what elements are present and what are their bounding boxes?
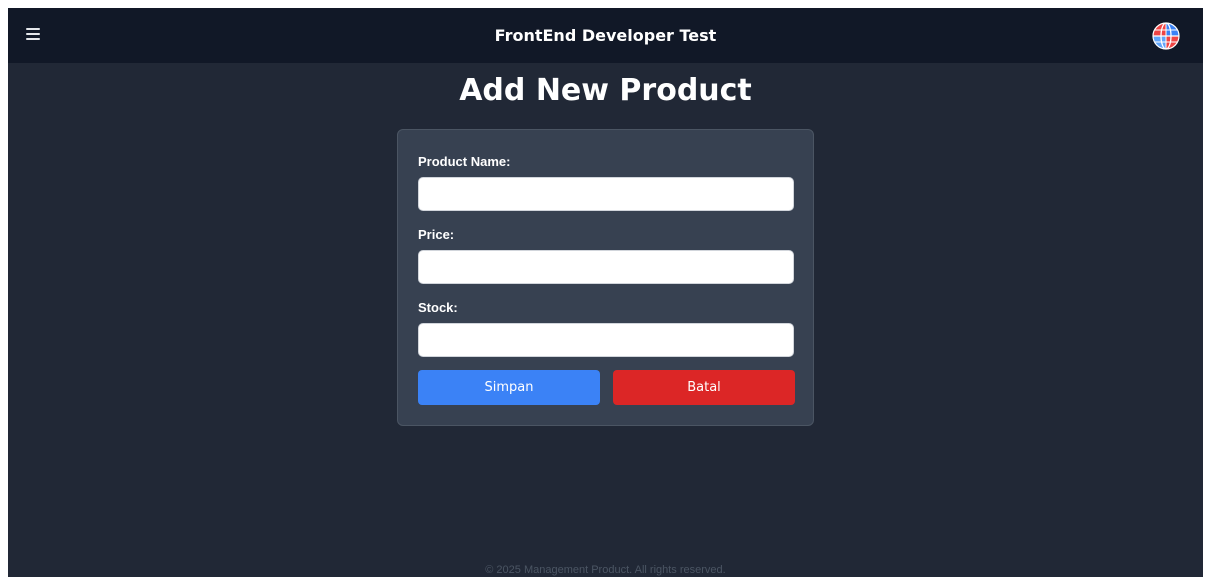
page-title: Add New Product (459, 73, 752, 108)
product-name-input[interactable] (418, 177, 794, 211)
top-navbar: FrontEnd Developer Test (8, 8, 1203, 63)
avatar[interactable] (1152, 22, 1180, 50)
price-input[interactable] (418, 250, 794, 284)
price-label: Price: (418, 227, 455, 242)
stock-label: Stock: (418, 300, 458, 315)
stock-input[interactable] (418, 323, 794, 357)
app-viewport: FrontEnd Developer Test Add New Product … (8, 8, 1203, 577)
save-button[interactable]: Simpan (418, 370, 600, 405)
product-name-label: Product Name: (418, 154, 511, 169)
globe-logo-icon (1152, 22, 1180, 50)
app-title: FrontEnd Developer Test (494, 26, 717, 45)
cancel-button[interactable]: Batal (613, 370, 795, 405)
page-footer: © 2025 Management Product. All rights re… (485, 564, 726, 576)
add-product-form: Product Name: Price: Stock: Simpan Batal (397, 129, 814, 426)
